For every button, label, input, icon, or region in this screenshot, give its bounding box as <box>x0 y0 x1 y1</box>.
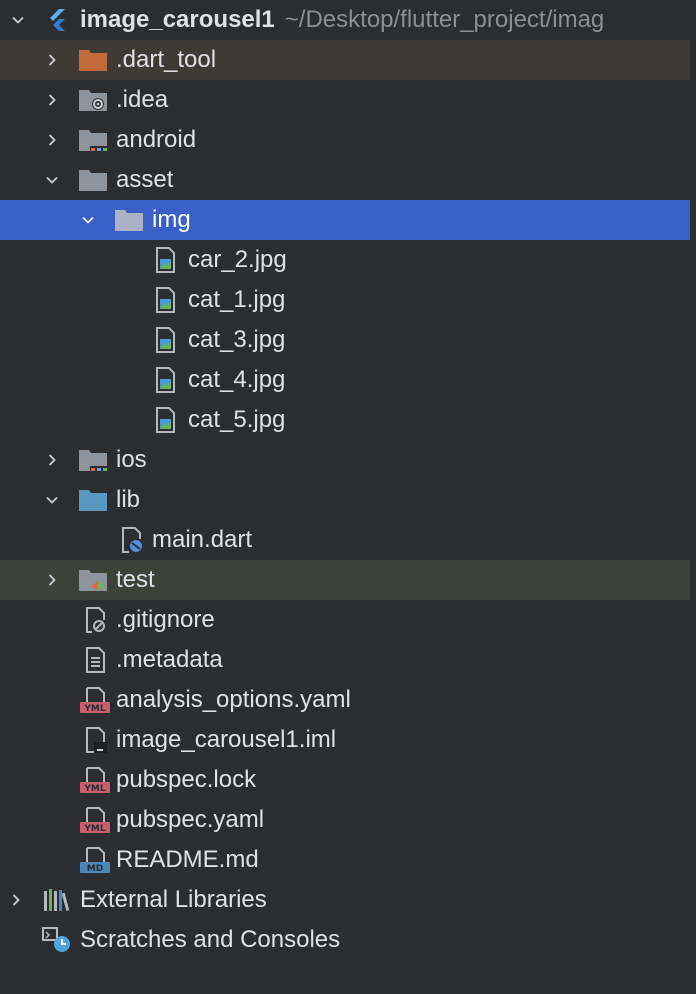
tree-row-image-file[interactable]: car_2.jpg <box>0 240 690 280</box>
item-label: Scratches and Consoles <box>80 926 341 953</box>
settings-folder-icon <box>78 87 108 113</box>
yml-badge-text: YML <box>83 704 105 713</box>
folder-icon <box>114 207 144 233</box>
item-label: analysis_options.yaml <box>116 686 351 713</box>
tree-row-image-file[interactable]: cat_4.jpg <box>0 360 690 400</box>
tree-row-gitignore[interactable]: .gitignore <box>0 600 690 640</box>
module-folder-icon <box>78 447 108 473</box>
chevron-right-icon[interactable] <box>40 40 64 80</box>
item-label: cat_1.jpg <box>188 286 286 313</box>
tree-row-external-libraries[interactable]: External Libraries <box>0 880 690 920</box>
tree-row-pubspec-lock[interactable]: YML pubspec.lock <box>0 760 690 800</box>
item-label: car_2.jpg <box>188 246 287 273</box>
tree-row-pubspec-yaml[interactable]: YML pubspec.yaml <box>0 800 690 840</box>
markdown-file-icon: MD <box>80 847 110 873</box>
item-label: .metadata <box>116 646 223 673</box>
chevron-right-icon[interactable] <box>40 560 64 600</box>
tree-row-idea[interactable]: .idea <box>0 80 690 120</box>
tree-row-readme[interactable]: MD README.md <box>0 840 690 880</box>
yaml-file-icon: YML <box>80 767 110 793</box>
item-label: cat_3.jpg <box>188 326 286 353</box>
item-label: .dart_tool <box>116 46 217 73</box>
md-badge-text: MD <box>87 864 103 873</box>
chevron-right-icon[interactable] <box>40 120 64 160</box>
tree-row-asset[interactable]: asset <box>0 160 690 200</box>
image-file-icon <box>150 407 180 433</box>
chevron-down-icon[interactable] <box>40 480 64 520</box>
item-label: ios <box>116 446 147 473</box>
item-label: .gitignore <box>116 606 215 633</box>
libraries-icon <box>42 887 72 913</box>
item-label: android <box>116 126 197 153</box>
tree-row-project-root[interactable]: image_carousel1 ~/Desktop/flutter_project… <box>0 0 690 40</box>
item-label: pubspec.yaml <box>116 806 265 833</box>
item-label: README.md <box>116 846 259 873</box>
chevron-down-icon[interactable] <box>76 200 100 240</box>
module-folder-icon <box>78 127 108 153</box>
tree-row-dart-tool[interactable]: .dart_tool <box>0 40 690 80</box>
tree-row-image-file[interactable]: cat_3.jpg <box>0 320 690 360</box>
chevron-right-icon[interactable] <box>40 80 64 120</box>
item-label: test <box>116 566 155 593</box>
tree-row-image-file[interactable]: cat_1.jpg <box>0 280 690 320</box>
tree-row-test[interactable]: test <box>0 560 690 600</box>
yaml-file-icon: YML <box>80 807 110 833</box>
project-tree: image_carousel1 ~/Desktop/flutter_project… <box>0 0 696 994</box>
tree-row-ios[interactable]: ios <box>0 440 690 480</box>
tree-row-scratches[interactable]: Scratches and Consoles <box>0 920 690 960</box>
tree-row-iml[interactable]: image_carousel1.iml <box>0 720 690 760</box>
yaml-file-icon: YML <box>80 687 110 713</box>
test-folder-icon <box>78 567 108 593</box>
item-label: asset <box>116 166 174 193</box>
item-label: External Libraries <box>80 886 267 913</box>
ignore-file-icon <box>80 607 110 633</box>
text-file-icon <box>80 647 110 673</box>
tree-row-android[interactable]: android <box>0 120 690 160</box>
chevron-right-icon[interactable] <box>40 440 64 480</box>
item-label: cat_4.jpg <box>188 366 286 393</box>
yml-badge-text: YML <box>83 824 105 833</box>
item-label: main.dart <box>152 526 253 553</box>
flutter-icon <box>42 7 72 33</box>
yml-badge-text: YML <box>83 784 105 793</box>
tree-row-img[interactable]: img <box>0 200 690 240</box>
source-folder-icon <box>78 487 108 513</box>
tree-row-analysis-options[interactable]: YML analysis_options.yaml <box>0 680 690 720</box>
item-label: img <box>152 206 191 233</box>
image-file-icon <box>150 287 180 313</box>
item-label: image_carousel1.iml <box>116 726 337 753</box>
tree-row-image-file[interactable]: cat_5.jpg <box>0 400 690 440</box>
chevron-down-icon[interactable] <box>6 0 30 40</box>
chevron-down-icon[interactable] <box>40 160 64 200</box>
item-label: lib <box>116 486 141 513</box>
item-label: cat_5.jpg <box>188 406 286 433</box>
excluded-folder-icon <box>78 47 108 73</box>
project-root-label: image_carousel1 ~/Desktop/flutter_project… <box>80 6 605 33</box>
dart-file-icon <box>116 527 146 553</box>
image-file-icon <box>150 327 180 353</box>
item-label: .idea <box>116 86 169 113</box>
image-file-icon <box>150 247 180 273</box>
scratches-icon <box>42 927 72 953</box>
tree-row-metadata[interactable]: .metadata <box>0 640 690 680</box>
project-path: ~/Desktop/flutter_project/imag <box>284 6 605 33</box>
folder-icon <box>78 167 108 193</box>
image-file-icon <box>150 367 180 393</box>
item-label: pubspec.lock <box>116 766 257 793</box>
tree-row-main-dart[interactable]: main.dart <box>0 520 690 560</box>
module-file-icon <box>80 727 110 753</box>
chevron-right-icon[interactable] <box>4 880 28 920</box>
tree-row-lib[interactable]: lib <box>0 480 690 520</box>
